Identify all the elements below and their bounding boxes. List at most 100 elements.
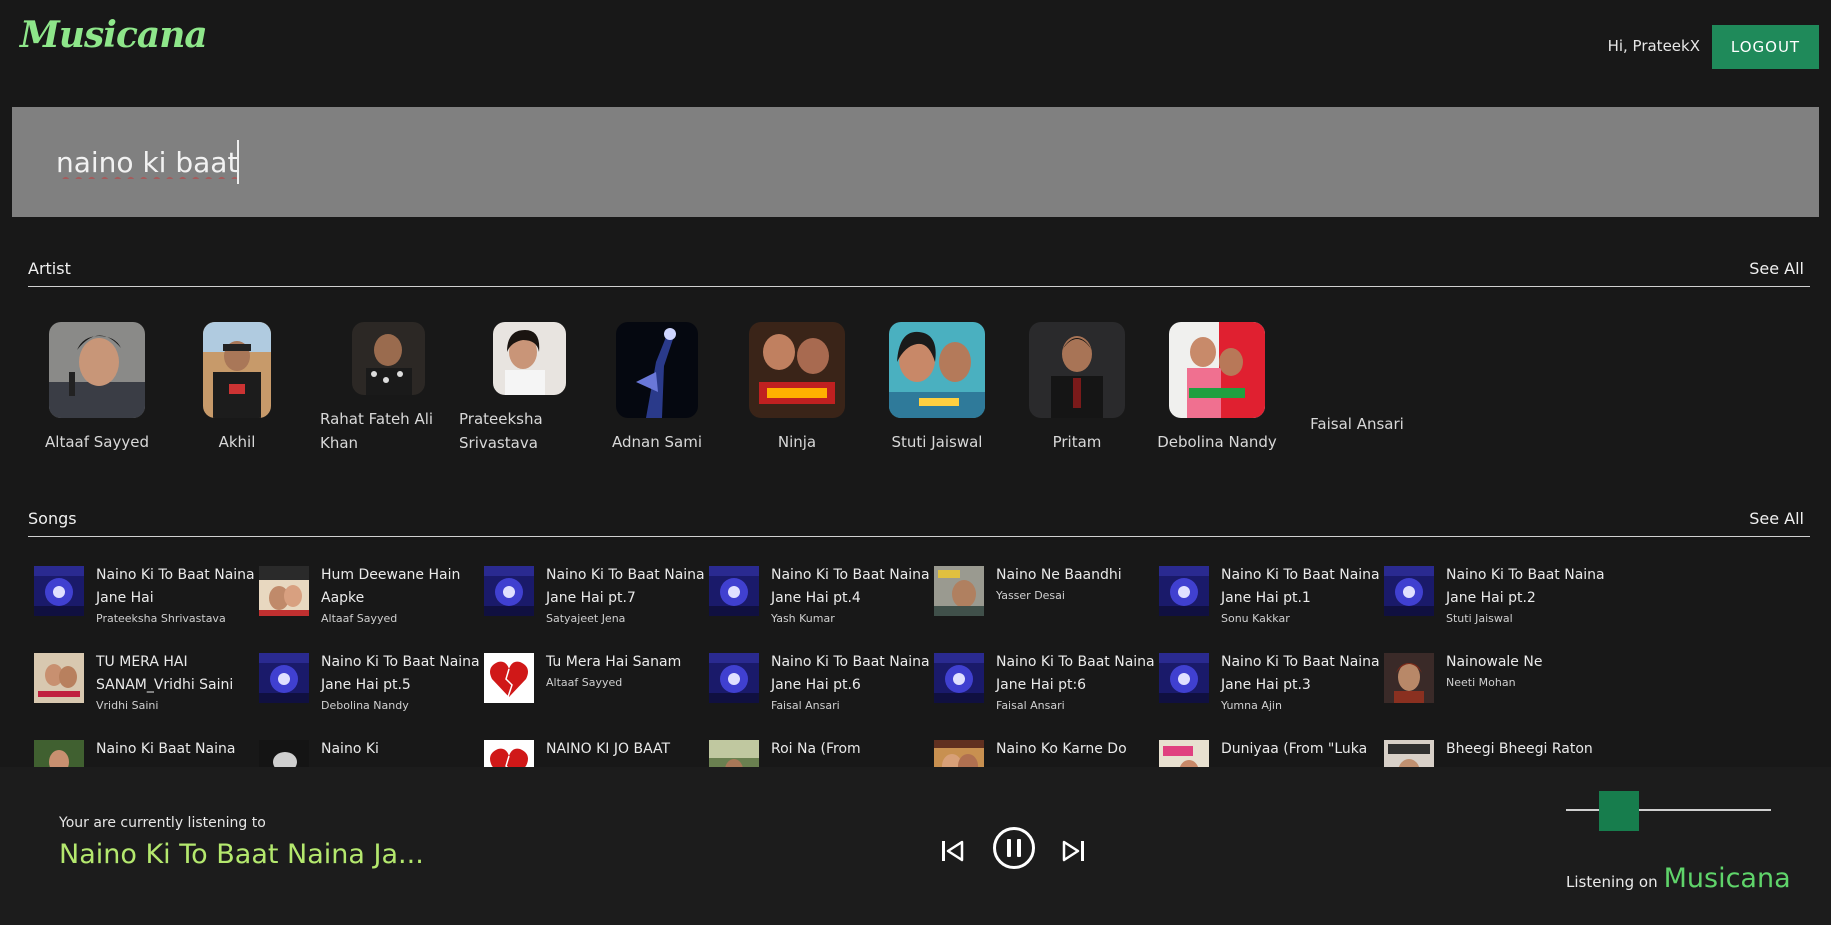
song-title: Naino Ne Baandhi xyxy=(996,567,1122,583)
artist-photo xyxy=(749,322,845,418)
volume-slider-handle[interactable] xyxy=(1599,791,1639,831)
artist-name: Debolina Nandy xyxy=(1157,433,1277,451)
song-artist: Prateeksha Shrivastava xyxy=(96,612,226,625)
listening-brand: Musicana xyxy=(1663,863,1791,894)
song-card[interactable]: Nainowale Ne Neeti Mohan xyxy=(1384,651,1604,731)
song-card[interactable]: NAINO KI JO BAAT xyxy=(484,738,704,767)
song-card[interactable]: Bheegi Bheegi Raton xyxy=(1384,738,1604,767)
song-card[interactable]: Naino Ki To Baat Naina Jane Hai pt.3 Yumn… xyxy=(1159,651,1380,731)
song-grid: Naino Ki To Baat Naina Jane Hai Prateeksh… xyxy=(0,560,1831,767)
next-track-icon[interactable] xyxy=(1062,840,1086,862)
text-caret xyxy=(237,140,239,184)
search-input[interactable] xyxy=(56,137,1756,187)
song-card[interactable]: Tu Mera Hai Sanam Altaaf Sayyed xyxy=(484,651,704,731)
artist-avatar xyxy=(616,322,698,418)
song-title: Naino Ki To Baat Naina Jane Hai pt.1 xyxy=(1221,567,1380,606)
artist-card[interactable]: Adnan Sami xyxy=(587,322,727,454)
previous-track-icon[interactable] xyxy=(940,840,964,862)
song-card[interactable]: Naino Ne Baandhi Yasser Desai xyxy=(934,564,1154,644)
artist-name: Altaaf Sayyed xyxy=(45,433,149,451)
song-artist: Vridhi Saini xyxy=(96,699,159,712)
song-cover xyxy=(259,740,309,767)
song-card[interactable]: Naino Ki To Baat Naina Jane Hai pt.2 Stut… xyxy=(1384,564,1605,644)
song-card[interactable]: Duniyaa (From "Luka xyxy=(1159,738,1379,767)
artist-photo xyxy=(616,322,698,418)
artist-avatar xyxy=(492,322,566,395)
song-card[interactable]: Naino Ki To Baat Naina Jane Hai pt.1 Sonu… xyxy=(1159,564,1380,644)
song-cover xyxy=(484,566,534,616)
song-cover xyxy=(34,740,84,767)
song-title: Duniyaa (From "Luka xyxy=(1221,741,1368,757)
song-artist: Faisal Ansari xyxy=(771,699,840,712)
song-cover xyxy=(709,566,759,616)
song-title: Naino Ko Karne Do xyxy=(996,741,1127,757)
song-card[interactable]: Naino Ki xyxy=(259,738,479,767)
now-playing-label: Your are currently listening to xyxy=(59,815,266,831)
logout-button[interactable]: LOGOUT xyxy=(1712,25,1819,69)
artist-name: Stuti Jaiswal xyxy=(891,433,983,451)
artist-name: Pritam xyxy=(1052,433,1102,451)
song-title: Naino Ki To Baat Naina Jane Hai pt.5 xyxy=(321,654,480,693)
song-cover xyxy=(34,566,84,616)
song-card[interactable]: Naino Ki To Baat Naina Jane Hai pt.5 Debo… xyxy=(259,651,480,731)
artist-list: Altaaf Sayyed Akhil Rahat Fateh Ali Khan… xyxy=(0,322,1831,472)
playback-controls xyxy=(936,826,1086,876)
app-header: Musicana Hi, PrateekX LOGOUT xyxy=(0,0,1831,92)
song-title: NAINO KI JO BAAT xyxy=(546,741,671,757)
artist-card[interactable]: Akhil xyxy=(167,322,307,454)
artist-avatar xyxy=(351,322,425,395)
artist-card[interactable]: Rahat Fateh Ali Khan xyxy=(318,322,458,455)
song-artist: Debolina Nandy xyxy=(321,699,409,712)
artist-card[interactable]: Faisal Ansari xyxy=(1287,322,1427,436)
song-cover xyxy=(1159,566,1209,616)
artist-avatar xyxy=(749,322,845,418)
song-card[interactable]: Naino Ki To Baat Naina Jane Hai Prateeksh… xyxy=(34,564,255,644)
song-card[interactable]: Naino Ki To Baat Naina Jane Hai pt:6 Fais… xyxy=(934,651,1155,731)
volume-slider-track[interactable] xyxy=(1566,809,1771,811)
user-greeting: Hi, PrateekX xyxy=(1607,37,1700,55)
song-title: Naino Ki To Baat Naina Jane Hai pt.4 xyxy=(771,567,930,606)
song-card[interactable]: Hum Deewane Hain Aapke Altaaf Sayyed xyxy=(259,564,479,644)
artist-card[interactable]: Prateeksha Srivastava xyxy=(459,322,599,455)
song-cover xyxy=(1159,740,1209,767)
artist-photo xyxy=(889,322,985,418)
song-artist: Neeti Mohan xyxy=(1446,676,1516,689)
artist-name: Adnan Sami xyxy=(612,433,702,451)
artist-avatar xyxy=(1169,322,1265,418)
song-card[interactable]: TU MERA HAI SANAM_Vridhi Saini Vridhi Sai… xyxy=(34,651,254,731)
song-cover xyxy=(259,566,309,616)
artist-card[interactable]: Stuti Jaiswal xyxy=(867,322,1007,454)
app-logo[interactable]: Musicana xyxy=(20,14,208,56)
song-title: Naino Ki To Baat Naina Jane Hai pt.3 xyxy=(1221,654,1380,693)
song-title: Roi Na (From xyxy=(771,741,861,757)
artist-section-title: Artist xyxy=(28,259,71,278)
song-card[interactable]: Naino Ki Baat Naina xyxy=(34,738,254,767)
song-card[interactable]: Roi Na (From xyxy=(709,738,929,767)
song-card[interactable]: Naino Ko Karne Do xyxy=(934,738,1154,767)
song-cover xyxy=(934,566,984,616)
song-card[interactable]: Naino Ki To Baat Naina Jane Hai pt.6 Fais… xyxy=(709,651,930,731)
songs-section-header: Songs See All xyxy=(28,507,1810,537)
songs-see-all-link[interactable]: See All xyxy=(1749,509,1804,528)
song-artist: Yumna Ajin xyxy=(1221,699,1282,712)
artist-photo xyxy=(49,322,145,418)
song-cover xyxy=(1384,740,1434,767)
artist-card[interactable]: Ninja xyxy=(727,322,867,454)
song-cover xyxy=(1384,566,1434,616)
artist-card[interactable]: Debolina Nandy xyxy=(1147,322,1287,454)
artist-card[interactable]: Altaaf Sayyed xyxy=(27,322,167,454)
pause-icon[interactable] xyxy=(992,826,1036,870)
song-artist: Altaaf Sayyed xyxy=(321,612,398,625)
song-title: Naino Ki To Baat Naina Jane Hai xyxy=(96,567,255,606)
artist-see-all-link[interactable]: See All xyxy=(1749,259,1804,278)
artist-photo xyxy=(1029,322,1125,418)
artist-avatar xyxy=(1029,322,1125,418)
artist-name: Ninja xyxy=(777,433,817,451)
song-card[interactable]: Naino Ki To Baat Naina Jane Hai pt.7 Saty… xyxy=(484,564,705,644)
song-artist: Yash Kumar xyxy=(771,612,835,625)
song-cover xyxy=(934,653,984,703)
artist-card[interactable]: Pritam xyxy=(1007,322,1147,454)
song-cover xyxy=(1384,653,1434,703)
song-title: Naino Ki To Baat Naina Jane Hai pt.6 xyxy=(771,654,930,693)
song-card[interactable]: Naino Ki To Baat Naina Jane Hai pt.4 Yash… xyxy=(709,564,930,644)
